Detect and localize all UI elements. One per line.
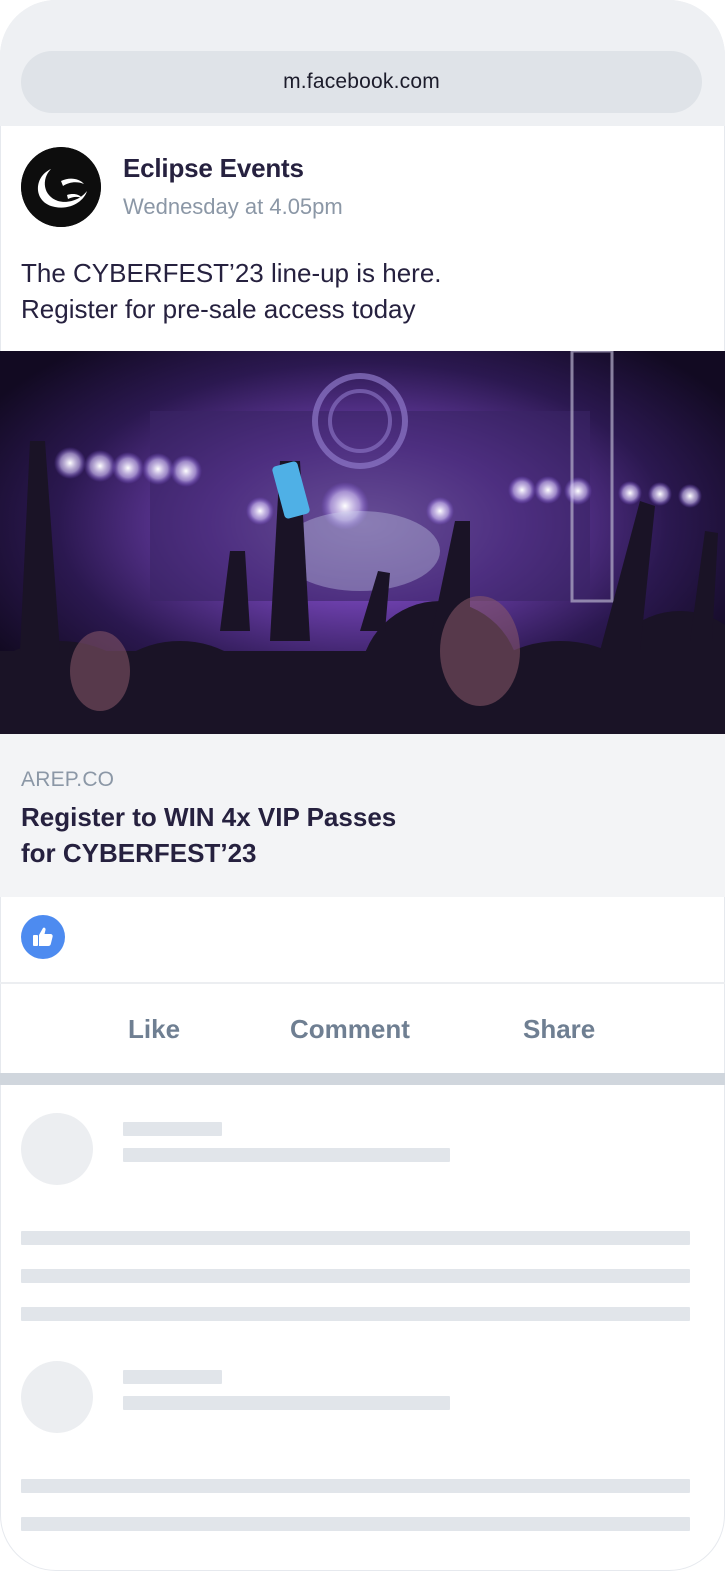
page-name[interactable]: Eclipse Events [123, 153, 304, 184]
link-title-line: for CYBERFEST’23 [21, 838, 257, 868]
like-button[interactable]: Like [128, 1014, 180, 1045]
phone-frame: m.facebook.com Eclipse Events Wednesday … [0, 0, 725, 1571]
skeleton-line [21, 1269, 690, 1283]
page-avatar[interactable] [21, 147, 101, 227]
skeleton-line [21, 1231, 690, 1245]
divider [0, 982, 725, 984]
post-image[interactable] [0, 351, 725, 734]
post-text-line: Register for pre-sale access today [21, 294, 416, 324]
post-text-line: The CYBERFEST’23 line-up is here. [21, 258, 442, 288]
post-text: The CYBERFEST’23 line-up is here. Regist… [21, 255, 701, 327]
link-title-line: Register to WIN 4x VIP Passes [21, 802, 397, 832]
link-domain: AREP.CO [21, 768, 115, 791]
skeleton-avatar [21, 1361, 93, 1433]
thumbs-up-icon [33, 927, 53, 946]
skeleton-line [21, 1479, 690, 1493]
url-text: m.facebook.com [283, 70, 440, 93]
comment-button[interactable]: Comment [290, 1014, 410, 1045]
skeleton-line [123, 1396, 450, 1410]
skeleton-line [123, 1370, 222, 1384]
skeleton-line [21, 1517, 690, 1531]
link-title[interactable]: Register to WIN 4x VIP Passes for CYBERF… [21, 799, 521, 871]
address-bar[interactable]: m.facebook.com [21, 51, 702, 113]
section-divider [0, 1073, 725, 1085]
reaction-like-badge[interactable] [21, 915, 65, 959]
concert-crowd-photo [0, 351, 725, 734]
share-button[interactable]: Share [523, 1014, 595, 1045]
skeleton-line [21, 1307, 690, 1321]
skeleton-avatar [21, 1113, 93, 1185]
post-timestamp[interactable]: Wednesday at 4.05pm [123, 194, 343, 220]
skeleton-line [123, 1122, 222, 1136]
browser-bar: m.facebook.com [0, 0, 725, 126]
eclipse-logo-icon [21, 147, 101, 227]
skeleton-line [123, 1148, 450, 1162]
